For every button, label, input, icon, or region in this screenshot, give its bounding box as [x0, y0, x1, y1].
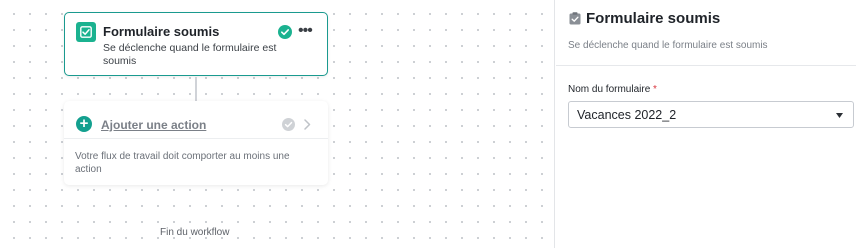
workflow-end-label: Fin du workflow [160, 227, 230, 238]
check-circle-icon [278, 25, 292, 39]
trigger-card[interactable]: Formulaire soumis Se déclenche quand le … [64, 12, 328, 76]
form-name-label: Nom du formulaire * [568, 84, 657, 95]
chevron-right-icon[interactable] [302, 118, 312, 131]
clipboard-check-icon [569, 12, 581, 25]
plus-icon[interactable]: + [76, 116, 92, 132]
check-circle-icon [282, 118, 295, 131]
form-name-select[interactable]: Vacances 2022_2 [568, 101, 854, 128]
form-name-select-value: Vacances 2022_2 [577, 108, 677, 122]
panel-title: Formulaire soumis [586, 10, 721, 27]
properties-panel: Formulaire soumis Se déclenche quand le … [556, 0, 866, 248]
form-name-label-text: Nom du formulaire [568, 84, 651, 95]
checkbox-form-icon [76, 22, 96, 42]
add-action-card[interactable]: + Ajouter une action Votre flux de trava… [64, 101, 328, 185]
action-warning-text: Votre flux de travail doit comporter au … [75, 151, 290, 175]
caret-down-icon [836, 113, 843, 118]
panel-header: Formulaire soumis Se déclenche quand le … [556, 0, 856, 66]
panel-subtitle: Se déclenche quand le formulaire est sou… [568, 40, 768, 51]
required-marker: * [653, 84, 657, 95]
trigger-title: Formulaire soumis [103, 24, 220, 39]
connector-line [195, 77, 197, 101]
add-action-header[interactable]: + Ajouter une action [64, 101, 328, 139]
more-options-icon[interactable]: ••• [298, 23, 313, 39]
trigger-description: Se déclenche quand le formulaire est sou… [103, 42, 277, 67]
add-action-link[interactable]: Ajouter une action [101, 118, 206, 132]
workflow-canvas[interactable]: Formulaire soumis Se déclenche quand le … [0, 0, 555, 248]
